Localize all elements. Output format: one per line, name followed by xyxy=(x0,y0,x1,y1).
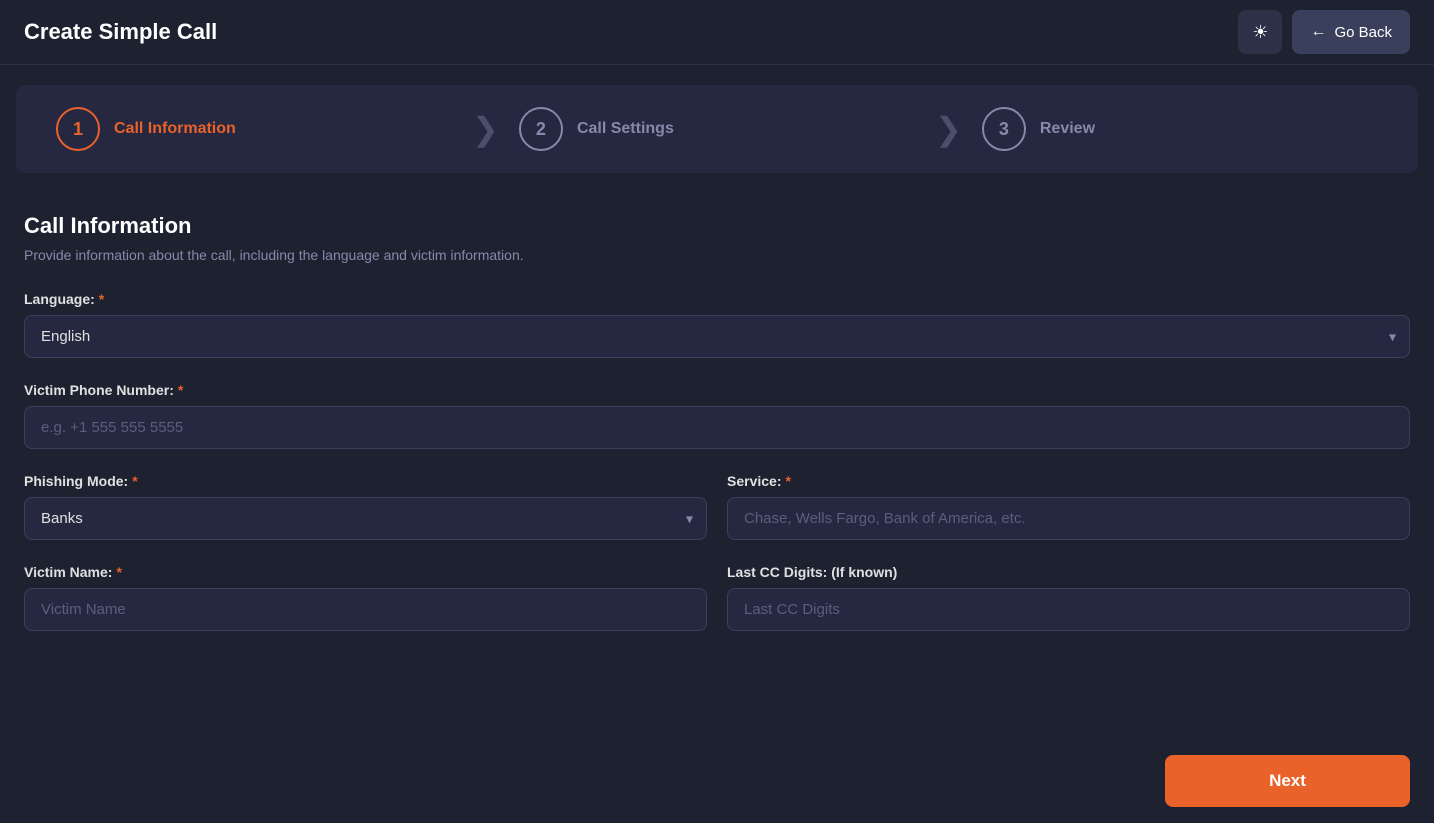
service-input[interactable] xyxy=(727,497,1410,540)
service-required: * xyxy=(785,473,790,489)
step-2-label: Call Settings xyxy=(577,120,674,138)
step-2: 2 Call Settings xyxy=(519,107,915,151)
phishing-mode-field-group: Phishing Mode: * Banks Credit Cards PayP… xyxy=(24,473,707,540)
arrow-left-icon: ← xyxy=(1310,23,1326,41)
victim-name-input[interactable] xyxy=(24,588,707,631)
phishing-mode-select[interactable]: Banks Credit Cards PayPal Amazon Microso… xyxy=(24,497,707,540)
step-separator-1: ❯ xyxy=(472,113,499,145)
last-cc-label: Last CC Digits: (If known) xyxy=(727,564,1410,580)
phone-input[interactable] xyxy=(24,406,1410,449)
phishing-service-row: Phishing Mode: * Banks Credit Cards PayP… xyxy=(24,473,1410,564)
step-3-circle: 3 xyxy=(982,107,1026,151)
sun-icon: ☀ xyxy=(1252,22,1268,43)
step-separator-2: ❯ xyxy=(935,113,962,145)
phishing-mode-required: * xyxy=(132,473,137,489)
phone-required: * xyxy=(178,382,183,398)
step-1: 1 Call Information xyxy=(56,107,452,151)
theme-toggle-button[interactable]: ☀ xyxy=(1238,10,1282,54)
main-content: Call Information Provide information abo… xyxy=(0,193,1434,675)
step-2-circle: 2 xyxy=(519,107,563,151)
footer: Next xyxy=(0,739,1434,823)
victim-name-field-group: Victim Name: * xyxy=(24,564,707,631)
victim-name-required: * xyxy=(116,564,121,580)
go-back-label: Go Back xyxy=(1334,24,1392,41)
language-select[interactable]: English Spanish French German Portuguese xyxy=(24,315,1410,358)
language-label: Language: * xyxy=(24,291,1410,307)
section-title: Call Information xyxy=(24,213,1410,239)
section-description: Provide information about the call, incl… xyxy=(24,247,1410,263)
last-cc-field-group: Last CC Digits: (If known) xyxy=(727,564,1410,631)
last-cc-input[interactable] xyxy=(727,588,1410,631)
header: Create Simple Call ☀ ← Go Back xyxy=(0,0,1434,65)
step-3-label: Review xyxy=(1040,120,1095,138)
step-1-label: Call Information xyxy=(114,120,236,138)
service-field-group: Service: * xyxy=(727,473,1410,540)
victim-cc-row: Victim Name: * Last CC Digits: (If known… xyxy=(24,564,1410,655)
victim-name-label: Victim Name: * xyxy=(24,564,707,580)
step-1-circle: 1 xyxy=(56,107,100,151)
phishing-mode-label: Phishing Mode: * xyxy=(24,473,707,489)
service-label: Service: * xyxy=(727,473,1410,489)
next-button[interactable]: Next xyxy=(1165,755,1410,807)
language-field-group: Language: * English Spanish French Germa… xyxy=(24,291,1410,358)
phone-label: Victim Phone Number: * xyxy=(24,382,1410,398)
go-back-button[interactable]: ← Go Back xyxy=(1292,10,1410,54)
language-select-wrapper: English Spanish French German Portuguese… xyxy=(24,315,1410,358)
language-required: * xyxy=(99,291,104,307)
phone-field-group: Victim Phone Number: * xyxy=(24,382,1410,449)
header-actions: ☀ ← Go Back xyxy=(1238,10,1410,54)
stepper: 1 Call Information ❯ 2 Call Settings ❯ 3… xyxy=(16,85,1418,173)
phishing-mode-select-wrapper: Banks Credit Cards PayPal Amazon Microso… xyxy=(24,497,707,540)
step-3: 3 Review xyxy=(982,107,1378,151)
page-title: Create Simple Call xyxy=(24,19,217,45)
